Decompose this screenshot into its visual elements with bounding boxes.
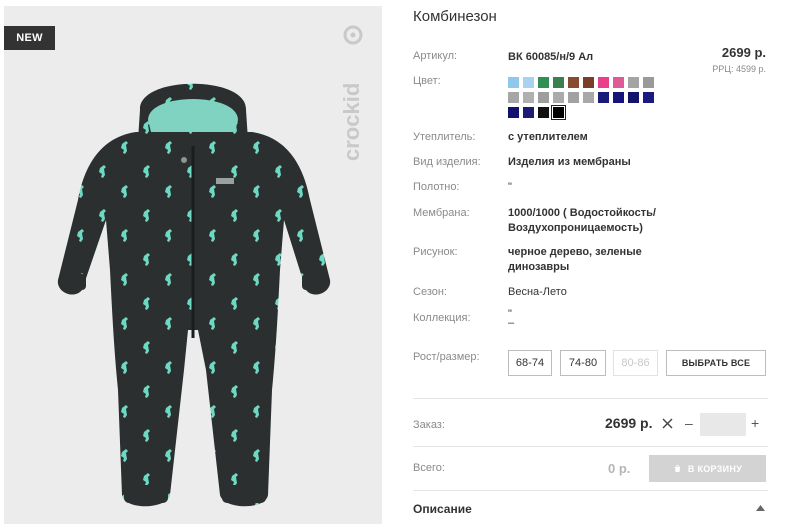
size-option-80-86[interactable]: 80-86 (613, 350, 658, 376)
insulation-value: с утеплителем (508, 131, 588, 143)
color-swatch[interactable] (508, 107, 519, 118)
quantity-input[interactable] (700, 413, 746, 436)
insulation-label: Утеплитель: (413, 131, 476, 143)
color-swatch[interactable] (628, 77, 639, 88)
color-swatch[interactable] (553, 92, 564, 103)
order-price: 2699 р. (605, 415, 653, 431)
jumpsuit-image (57, 83, 331, 507)
add-to-cart-label: В КОРЗИНУ (687, 463, 743, 474)
size-label: Рост/размер: (413, 351, 480, 363)
color-swatch[interactable] (508, 77, 519, 88)
select-all-button[interactable]: ВЫБРАТЬ ВСЕ (666, 350, 766, 376)
product-gallery[interactable]: NEW crockid (4, 6, 382, 524)
color-swatch[interactable] (538, 92, 549, 103)
season-label: Сезон: (413, 286, 447, 298)
collection-value-2: – (508, 317, 515, 329)
color-swatch[interactable] (628, 92, 639, 103)
fabric-value: " (508, 181, 512, 193)
article-value: ВК 60085/н/9 Ал (508, 51, 594, 63)
color-swatch[interactable] (551, 105, 566, 120)
brand-logo: crockid (340, 25, 364, 161)
membrane-value: 1000/1000 ( Водостойкость/ Воздухопрониц… (508, 207, 656, 234)
color-swatch[interactable] (643, 92, 654, 103)
collection-label: Коллекция: (413, 312, 471, 324)
add-to-cart-button[interactable]: В КОРЗИНУ (649, 455, 766, 482)
color-label: Цвет: (413, 75, 441, 87)
color-swatch[interactable] (583, 92, 594, 103)
product-title: Комбинезон (413, 8, 497, 25)
color-swatch[interactable] (568, 92, 579, 103)
color-swatch[interactable] (568, 77, 579, 88)
type-value: Изделия из мембраны (508, 156, 631, 168)
color-swatch[interactable] (538, 77, 549, 88)
color-swatch[interactable] (538, 107, 549, 118)
color-swatch[interactable] (523, 107, 534, 118)
size-option-74-80[interactable]: 74-80 (560, 350, 606, 376)
divider (413, 490, 768, 491)
divider (413, 398, 768, 399)
color-swatch[interactable] (523, 92, 534, 103)
size-option-68-74[interactable]: 68-74 (508, 350, 552, 376)
color-swatch[interactable] (598, 77, 609, 88)
chevron-up-icon[interactable] (756, 505, 765, 511)
pattern-value: черное дерево, зеленые динозавры (508, 246, 642, 273)
new-badge: NEW (4, 26, 55, 50)
color-swatch[interactable] (613, 77, 624, 88)
total-value: 0 р. (608, 461, 631, 476)
remove-icon[interactable] (662, 418, 673, 429)
total-label: Всего: (413, 462, 445, 474)
cart-icon (674, 465, 680, 472)
color-swatch[interactable] (583, 77, 594, 88)
article-label: Артикул: (413, 50, 458, 62)
brand-logo-text: crockid (340, 83, 364, 161)
color-swatch[interactable] (508, 92, 519, 103)
membrane-label: Мембрана: (413, 207, 470, 219)
divider (413, 446, 768, 447)
color-swatch[interactable] (613, 92, 624, 103)
color-swatches (508, 77, 658, 120)
product-price: 2699 р. (721, 45, 766, 60)
order-label: Заказ: (413, 419, 445, 431)
color-swatch[interactable] (523, 77, 534, 88)
color-swatch[interactable] (553, 77, 564, 88)
type-label: Вид изделия: (413, 156, 481, 168)
fabric-label: Полотно: (413, 181, 460, 193)
quantity-decrease-button[interactable]: – (685, 415, 693, 431)
pattern-label: Рисунок: (413, 246, 458, 258)
season-value: Весна-Лето (508, 286, 567, 298)
color-swatch[interactable] (643, 77, 654, 88)
rrp-price: РРЦ: 4599 р. (712, 64, 766, 74)
color-swatch[interactable] (598, 92, 609, 103)
quantity-increase-button[interactable]: + (751, 415, 759, 431)
description-toggle[interactable]: Описание (413, 502, 472, 516)
